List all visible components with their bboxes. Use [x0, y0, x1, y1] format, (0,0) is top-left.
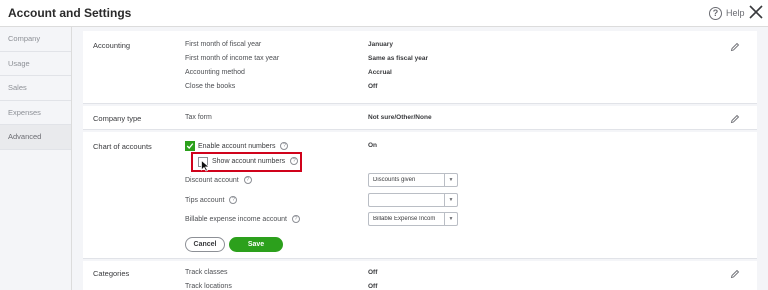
enable-account-numbers-checkbox[interactable] — [185, 141, 195, 151]
help-button[interactable]: ? Help — [709, 5, 745, 21]
caret-down-icon: ▼ — [444, 213, 457, 225]
edit-pencil-icon[interactable] — [730, 42, 740, 52]
tips-account-select[interactable]: ▼ — [368, 193, 458, 207]
chart-of-accounts-label: Chart of accounts — [93, 142, 152, 151]
track-locations-label: Track locations — [185, 283, 232, 290]
billable-expense-value: Billable Expense Incom — [373, 216, 436, 222]
tax-form-value: Not sure/Other/None — [368, 114, 432, 121]
edit-pencil-icon[interactable] — [730, 114, 740, 124]
info-icon[interactable]: ? — [291, 215, 300, 223]
settings-header: Account and Settings ? Help — [0, 0, 768, 27]
enable-numbers-value: On — [368, 142, 378, 149]
discount-account-row: Discount account ? — [185, 176, 252, 184]
track-classes-value: Off — [368, 269, 378, 276]
enable-account-numbers-label: Enable account numbers — [198, 142, 276, 150]
sidebar-item-sales[interactable]: Sales — [0, 76, 71, 101]
caret-down-icon: ▼ — [444, 174, 457, 186]
tips-account-row: Tips account ? — [185, 196, 238, 204]
save-button[interactable]: Save — [229, 237, 283, 252]
billable-expense-label: Billable expense income account — [185, 215, 287, 223]
info-icon[interactable]: ? — [243, 176, 252, 184]
categories-label: Categories — [93, 269, 130, 278]
billable-expense-row: Billable expense income account ? — [185, 215, 300, 223]
info-icon[interactable]: ? — [229, 196, 238, 204]
cancel-button[interactable]: Cancel — [185, 237, 225, 252]
discount-account-select[interactable]: Discounts given ▼ — [368, 173, 458, 187]
sidebar-item-usage[interactable]: Usage — [0, 52, 71, 76]
edit-pencil-icon[interactable] — [730, 269, 740, 279]
help-icon: ? — [709, 6, 722, 20]
caret-down-icon: ▼ — [444, 194, 457, 206]
income-tax-year-value: Same as fiscal year — [368, 55, 428, 62]
accounting-method-label: Accounting method — [185, 69, 245, 76]
track-classes-label: Track classes — [185, 269, 228, 276]
sidebar-item-company[interactable]: Company — [0, 27, 71, 52]
mouse-cursor-icon — [201, 160, 210, 172]
checkmark-icon — [186, 143, 194, 149]
settings-main: Accounting First month of fiscal year Ja… — [72, 27, 768, 290]
enable-account-numbers-row: Enable account numbers ? — [198, 142, 289, 150]
billable-expense-select[interactable]: Billable Expense Incom ▼ — [368, 212, 458, 226]
track-locations-value: Off — [368, 283, 378, 290]
categories-section[interactable]: Categories Track classes Off Track locat… — [83, 261, 757, 290]
tips-account-label: Tips account — [185, 196, 225, 204]
income-tax-year-label: First month of income tax year — [185, 55, 280, 62]
sidebar-item-expenses[interactable]: Expenses — [0, 101, 71, 125]
sidebar-item-advanced[interactable]: Advanced — [0, 125, 71, 150]
fiscal-year-value: January — [368, 41, 393, 48]
close-icon[interactable] — [748, 4, 764, 20]
company-type-label: Company type — [93, 114, 142, 123]
show-account-numbers-label: Show account numbers — [212, 157, 286, 165]
accounting-label: Accounting — [93, 41, 131, 50]
close-books-label: Close the books — [185, 83, 236, 90]
info-icon[interactable]: ? — [280, 142, 289, 150]
fiscal-year-label: First month of fiscal year — [185, 41, 262, 48]
info-icon[interactable]: ? — [290, 157, 299, 165]
accounting-section[interactable]: Accounting First month of fiscal year Ja… — [83, 31, 757, 104]
close-books-value: Off — [368, 83, 378, 90]
help-label: Help — [726, 8, 745, 18]
discount-account-label: Discount account — [185, 176, 239, 184]
show-account-numbers-row: Show account numbers ? — [212, 157, 299, 165]
accounting-method-value: Accrual — [368, 69, 392, 76]
discount-account-value: Discounts given — [373, 177, 416, 183]
tax-form-label: Tax form — [185, 114, 212, 121]
page-title: Account and Settings — [8, 6, 132, 20]
settings-sidebar: Company Usage Sales Expenses Advanced — [0, 27, 72, 290]
company-type-section[interactable]: Company type Tax form Not sure/Other/Non… — [83, 106, 757, 130]
